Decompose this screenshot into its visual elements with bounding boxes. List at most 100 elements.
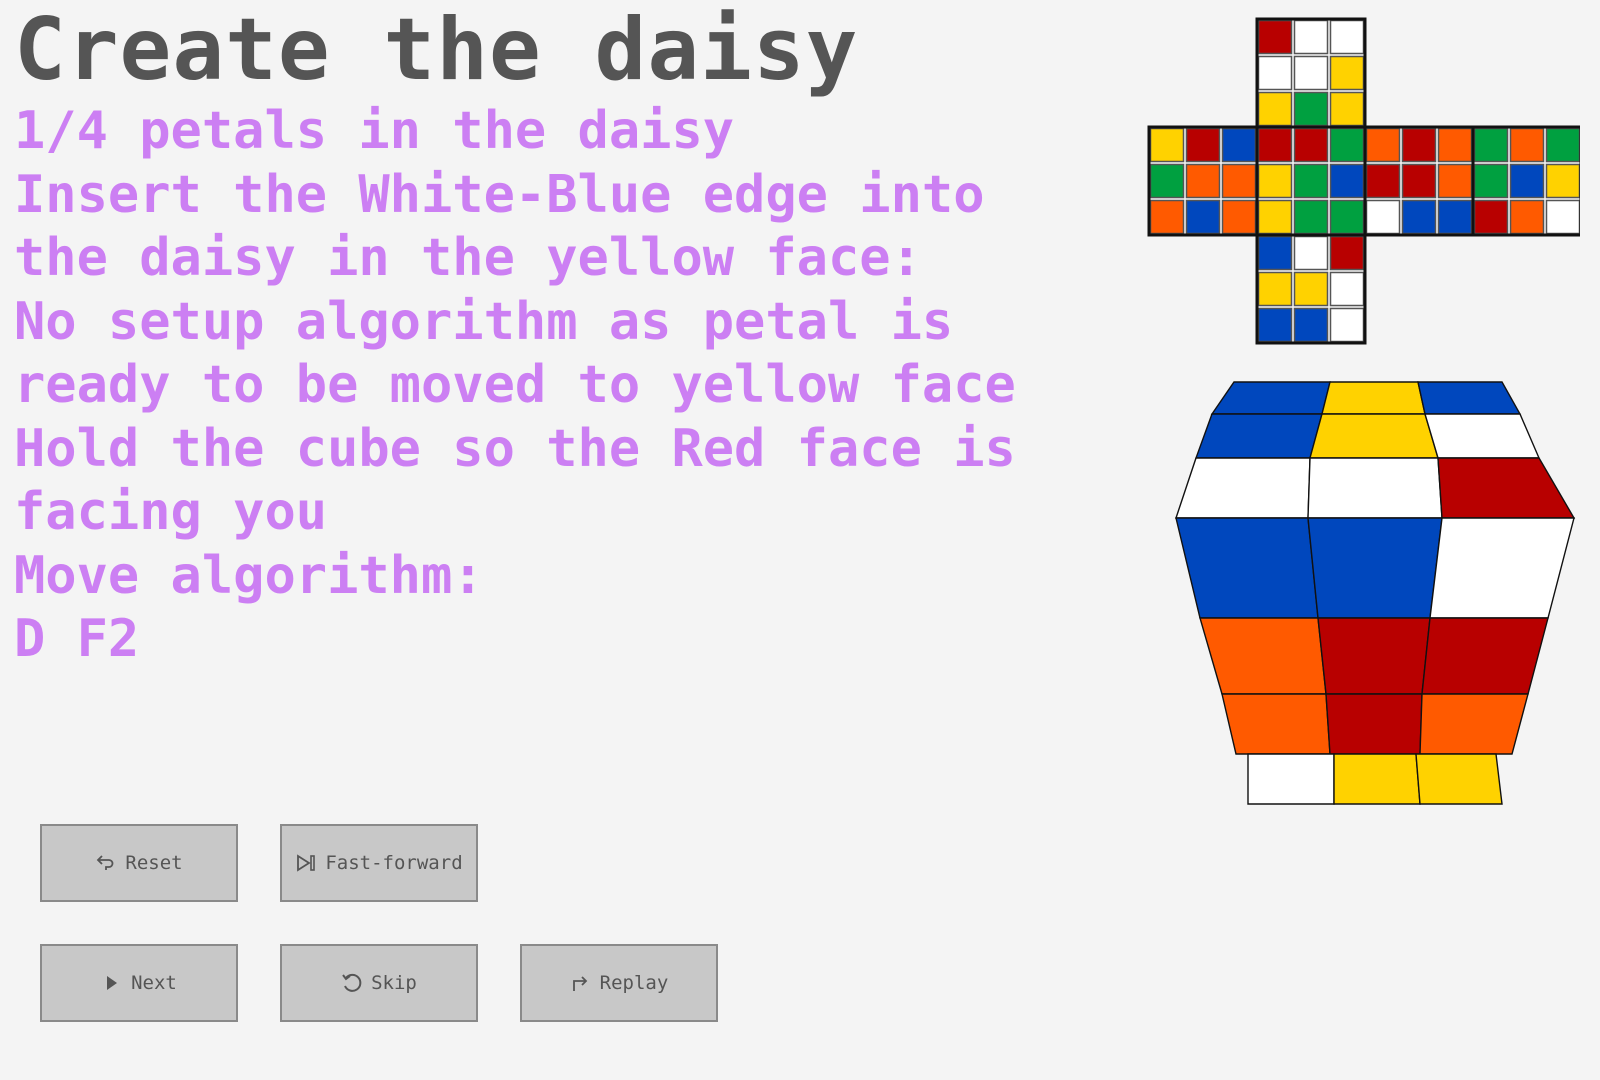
sticker [1473, 199, 1509, 235]
sticker [1509, 199, 1545, 235]
sticker [1221, 199, 1257, 235]
cube-sticker[interactable] [1210, 381, 1331, 415]
sticker [1437, 163, 1473, 199]
cube-sticker[interactable] [1221, 693, 1331, 755]
sticker [1401, 199, 1437, 235]
skip-forward-icon [295, 852, 317, 874]
sticker [1329, 55, 1365, 91]
fast-forward-button[interactable]: Fast-forward [280, 824, 478, 902]
cube-sticker[interactable] [1307, 517, 1443, 619]
cube-sticker[interactable] [1429, 517, 1575, 619]
cube-sticker[interactable] [1417, 381, 1522, 415]
sticker [1293, 91, 1329, 127]
sticker [1149, 127, 1185, 163]
instruction-line: D F2 [14, 609, 140, 669]
sticker [1329, 271, 1365, 307]
replay-button[interactable]: Replay [520, 944, 718, 1022]
instruction-line: Move algorithm: [14, 545, 484, 606]
sticker [1293, 55, 1329, 91]
cube-sticker[interactable] [1437, 457, 1576, 519]
sticker [1257, 163, 1293, 199]
undo-arrow-icon [95, 852, 117, 874]
sticker [1509, 127, 1545, 163]
sticker [1509, 163, 1545, 199]
sticker [1149, 199, 1185, 235]
cube-sticker[interactable] [1419, 693, 1529, 755]
sticker [1365, 199, 1401, 235]
reset-label: Reset [125, 852, 183, 874]
cube-sticker[interactable] [1199, 617, 1327, 695]
sticker [1257, 235, 1293, 271]
next-label: Next [131, 972, 177, 994]
cube-sticker[interactable] [1321, 381, 1426, 415]
sticker [1293, 307, 1329, 343]
cube-sticker[interactable] [1307, 457, 1443, 519]
sticker [1221, 127, 1257, 163]
sticker [1293, 19, 1329, 55]
sticker [1185, 163, 1221, 199]
sticker [1329, 91, 1365, 127]
cube-sticker[interactable] [1415, 753, 1503, 805]
sticker [1473, 163, 1509, 199]
cube-sticker[interactable] [1317, 617, 1431, 695]
sticker [1329, 199, 1365, 235]
sticker [1185, 199, 1221, 235]
cube-sticker[interactable] [1175, 457, 1311, 519]
instruction-line: No setup algorithm as petal is [14, 291, 954, 352]
sticker [1545, 163, 1580, 199]
cube-sticker[interactable] [1424, 413, 1541, 459]
instructions-panel: 1/4 petals in the daisy Insert the White… [14, 100, 1114, 672]
sticker [1257, 91, 1293, 127]
cube-sticker[interactable] [1333, 753, 1421, 805]
sticker [1149, 163, 1185, 199]
sticker [1401, 127, 1437, 163]
replay-label: Replay [599, 972, 669, 994]
cube-sticker[interactable] [1421, 617, 1549, 695]
cube-sticker[interactable] [1325, 693, 1423, 755]
cube-sticker[interactable] [1175, 517, 1319, 619]
sticker [1293, 199, 1329, 235]
sticker [1545, 127, 1580, 163]
sticker [1257, 127, 1293, 163]
cube-sticker[interactable] [1247, 753, 1335, 805]
sticker [1293, 271, 1329, 307]
instruction-line: Hold the cube so the Red face is [14, 418, 1016, 479]
play-triangle-icon [101, 972, 123, 994]
sticker [1257, 307, 1293, 343]
instruction-line: facing you [14, 482, 328, 542]
sticker [1401, 163, 1437, 199]
sticker [1473, 127, 1509, 163]
page-title: Create the daisy [14, 0, 859, 100]
cube-3d-view[interactable] [1166, 378, 1586, 808]
cube-sticker[interactable] [1309, 413, 1439, 459]
sticker [1329, 307, 1365, 343]
cube-net [1147, 17, 1580, 345]
sticker [1257, 19, 1293, 55]
instruction-line: 1/4 petals in the daisy [14, 101, 735, 161]
sticker [1329, 163, 1365, 199]
reset-button[interactable]: Reset [40, 824, 238, 902]
sticker [1293, 235, 1329, 271]
sticker [1329, 19, 1365, 55]
sticker [1365, 163, 1401, 199]
sticker [1545, 199, 1580, 235]
sticker [1293, 127, 1329, 163]
sticker [1365, 127, 1401, 163]
sticker [1437, 127, 1473, 163]
skip-button[interactable]: Skip [280, 944, 478, 1022]
rotate-icon [341, 972, 363, 994]
sticker [1329, 127, 1365, 163]
instruction-line: the daisy in the yellow face: [14, 228, 922, 288]
sticker [1221, 163, 1257, 199]
sticker [1257, 271, 1293, 307]
next-button[interactable]: Next [40, 944, 238, 1022]
cube-sticker[interactable] [1195, 413, 1323, 459]
sticker [1185, 127, 1221, 163]
sticker [1437, 199, 1473, 235]
skip-label: Skip [371, 972, 417, 994]
sticker [1257, 55, 1293, 91]
instruction-line: Insert the White-Blue edge into [14, 164, 985, 225]
instruction-line: ready to be moved to yellow face [14, 355, 1016, 415]
sticker [1257, 199, 1293, 235]
sticker [1329, 235, 1365, 271]
